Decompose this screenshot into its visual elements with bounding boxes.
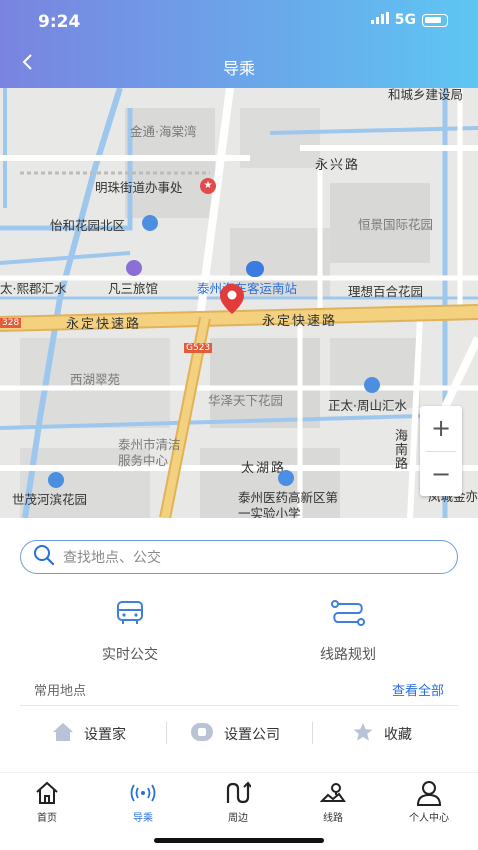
map-label-poi: 明珠街道办事处 — [95, 180, 183, 195]
tab-guide-label: 导乘 — [133, 813, 153, 824]
map-label-poi: 凡三旅馆 — [108, 281, 159, 296]
map-label-poi: 世茂河滨花园 — [12, 492, 88, 507]
bus-station-icon — [246, 261, 264, 277]
map-label-road: 海南路 — [395, 429, 411, 472]
map-label-area: 华泽天下花园 — [208, 393, 284, 408]
zoom-controls: + − — [420, 406, 462, 496]
briefcase-icon — [190, 722, 214, 746]
tab-home-label: 首页 — [37, 813, 57, 824]
status-time: 9:24 — [38, 12, 81, 32]
tab-home[interactable]: 首页 — [12, 779, 82, 824]
map-label-highway: 永定快速路 — [262, 314, 338, 329]
hotel-icon — [126, 260, 142, 276]
map-label-poi: 和城乡建设局 — [388, 88, 464, 102]
residence-icon — [364, 377, 380, 393]
search-icon — [33, 544, 55, 570]
set-home-button[interactable]: 设置家 — [52, 720, 126, 748]
tab-guide[interactable]: 导乘 — [108, 779, 178, 824]
map-label-poi: 正太·周山汇水 — [328, 398, 407, 413]
star-icon — [352, 722, 374, 746]
nearby-icon — [203, 779, 273, 807]
home-tab-icon — [12, 779, 82, 807]
tab-profile-label: 个人中心 — [409, 813, 449, 824]
quick-divider — [312, 722, 313, 744]
map-label-area: 恒景国际花园 — [358, 217, 434, 232]
residence-icon — [142, 215, 158, 231]
header: 9:24 5G 导乘 — [0, 0, 478, 88]
map-label-area: 泰州市清洁服务中心 — [118, 437, 181, 468]
map-label-road: 永兴路 — [315, 158, 361, 173]
search-input[interactable]: 查找地点、公交 — [63, 547, 161, 567]
home-indicator — [154, 838, 324, 843]
view-all-link[interactable]: 查看全部 — [392, 680, 444, 699]
zoom-in-button[interactable]: + — [420, 406, 462, 451]
section-divider — [20, 705, 458, 706]
favorites-button[interactable]: 收藏 — [352, 720, 412, 748]
map-view[interactable]: 和城乡建设局 金通·海棠湾 永兴路 明珠街道办事处 ★ 怡和花园北区 恒景国际花… — [0, 88, 478, 518]
battery-icon — [422, 13, 448, 27]
tab-nearby[interactable]: 周边 — [203, 779, 273, 824]
government-icon: ★ — [200, 178, 216, 194]
tab-routes[interactable]: 线路 — [298, 779, 368, 824]
route-icon — [268, 596, 428, 630]
broadcast-icon — [108, 779, 178, 807]
set-company-button[interactable]: 设置公司 — [190, 720, 280, 748]
map-label-area: 西湖翠苑 — [70, 372, 121, 387]
page-title: 导乘 — [222, 59, 255, 78]
realtime-bus-button[interactable]: 实时公交 — [50, 596, 210, 664]
search-bar[interactable]: 查找地点、公交 — [20, 540, 458, 574]
map-label-poi: 怡和花园北区 — [50, 218, 126, 233]
status-indicators: 5G — [370, 12, 448, 28]
route-planning-label: 线路规划 — [320, 647, 376, 663]
map-label-station: 泰州汽车客运南站 — [197, 281, 298, 296]
residence-icon — [48, 472, 64, 488]
quick-divider — [166, 722, 167, 744]
school-icon — [278, 470, 294, 486]
set-home-label: 设置家 — [84, 727, 126, 743]
map-label-poi: 理想百合花园 — [348, 284, 424, 299]
set-company-label: 设置公司 — [224, 727, 280, 743]
home-icon — [52, 722, 74, 746]
bus-icon — [50, 596, 210, 630]
favorites-label: 收藏 — [384, 727, 412, 743]
realtime-bus-label: 实时公交 — [102, 647, 158, 663]
zoom-out-button[interactable]: − — [420, 452, 462, 497]
network-label: 5G — [394, 12, 416, 28]
route-shield: G523 — [184, 343, 213, 353]
tab-routes-label: 线路 — [323, 813, 343, 824]
route-planning-button[interactable]: 线路规划 — [268, 596, 428, 664]
user-icon — [394, 779, 464, 807]
map-label-highway: 永定快速路 — [66, 317, 142, 332]
map-label-area: 金通·海棠湾 — [130, 124, 197, 139]
route-map-icon — [298, 779, 368, 807]
map-label-poi: 泰州医药高新区第一实验小学 — [238, 490, 339, 518]
route-shield: 328 — [0, 318, 22, 328]
signal-icon — [370, 12, 389, 28]
map-label-poi: 太·熙郡汇水 — [0, 281, 67, 296]
tab-profile[interactable]: 个人中心 — [394, 779, 464, 824]
location-pin-icon — [220, 284, 244, 318]
tab-nearby-label: 周边 — [228, 813, 248, 824]
common-places-title: 常用地点 — [34, 684, 87, 699]
